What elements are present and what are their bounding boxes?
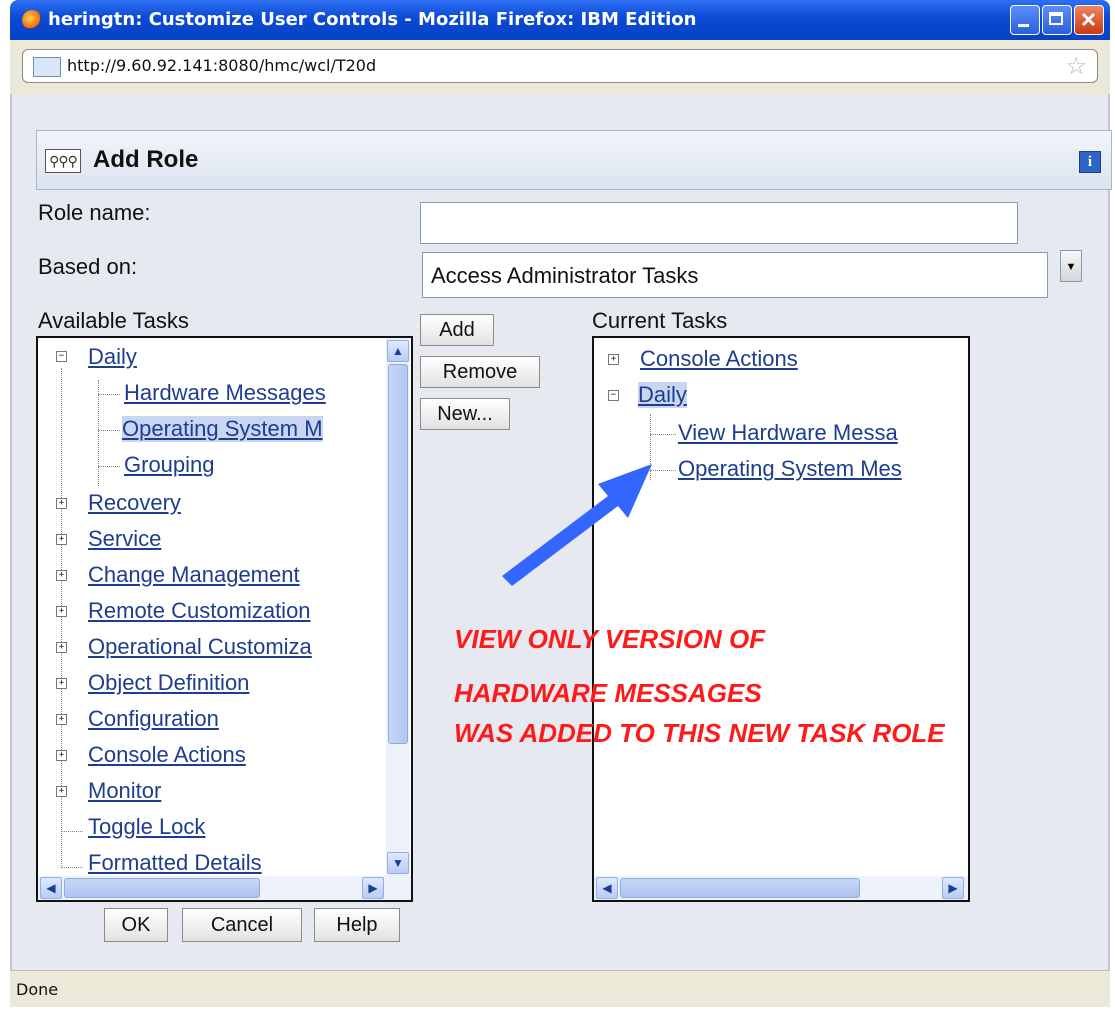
new-button[interactable]: New... <box>420 398 510 430</box>
expand-icon[interactable]: + <box>56 750 67 761</box>
expand-icon[interactable]: + <box>56 606 67 617</box>
scroll-right-icon[interactable]: ▶ <box>942 877 964 899</box>
tree-item-hardware-messages[interactable]: Hardware Messages <box>124 380 326 406</box>
scrollbar-thumb[interactable] <box>388 364 408 744</box>
expand-icon[interactable]: + <box>608 354 619 365</box>
close-icon <box>1081 12 1096 27</box>
collapse-icon[interactable]: − <box>608 390 619 401</box>
maximize-button[interactable] <box>1042 5 1072 35</box>
tree-item-recovery[interactable]: Recovery <box>88 490 181 516</box>
tree-item-grouping[interactable]: Grouping <box>124 452 215 478</box>
tree-item-daily[interactable]: Daily <box>88 344 137 370</box>
maximize-icon <box>1049 12 1063 25</box>
tree-item-view-hardware-messages[interactable]: View Hardware Messa <box>678 420 898 446</box>
chevron-down-icon[interactable]: ▼ <box>1060 250 1082 282</box>
tree-item-object-definition[interactable]: Object Definition <box>88 670 249 696</box>
status-bar: Done <box>10 970 1110 1007</box>
collapse-icon[interactable]: − <box>56 351 67 362</box>
tree-item-daily[interactable]: Daily <box>638 382 687 408</box>
page-title: Add Role <box>93 146 199 173</box>
window-title: heringtn: Customize User Controls - Mozi… <box>48 9 697 30</box>
tree-item-operational-customization[interactable]: Operational Customiza <box>88 634 312 660</box>
expand-icon[interactable]: + <box>56 642 67 653</box>
tree-line <box>61 867 83 868</box>
annotation-line-3: WAS ADDED TO THIS NEW TASK ROLE <box>454 718 945 748</box>
scrollbar-thumb[interactable] <box>620 878 860 898</box>
tree-item-console-actions[interactable]: Console Actions <box>88 742 246 768</box>
expand-icon[interactable]: + <box>56 678 67 689</box>
expand-icon[interactable]: + <box>56 570 67 581</box>
firefox-icon <box>22 10 42 30</box>
help-button[interactable]: Help <box>314 908 400 942</box>
minimize-button[interactable] <box>1010 5 1040 35</box>
vertical-scrollbar[interactable]: ▲ ▼ <box>386 338 410 878</box>
expand-icon[interactable]: + <box>56 534 67 545</box>
roles-icon: ⚲⚲⚲ <box>45 149 81 173</box>
close-button[interactable] <box>1074 5 1104 35</box>
horizontal-scrollbar[interactable]: ◀ ▶ <box>594 876 968 900</box>
based-on-value: Access Administrator Tasks <box>431 263 699 288</box>
scroll-up-icon[interactable]: ▲ <box>387 340 409 362</box>
tree-line <box>61 831 83 832</box>
cancel-button[interactable]: Cancel <box>182 908 302 942</box>
add-button[interactable]: Add <box>420 314 494 346</box>
bookmark-star-icon[interactable]: ☆ <box>1065 52 1087 81</box>
based-on-label: Based on: <box>38 254 138 279</box>
tree-line <box>98 430 120 431</box>
tree-item-formatted-details[interactable]: Formatted Details <box>88 850 262 876</box>
role-name-label: Role name: <box>38 200 151 225</box>
tree-item-service[interactable]: Service <box>88 526 161 552</box>
status-text: Done <box>16 980 59 999</box>
tree-item-toggle-lock[interactable]: Toggle Lock <box>88 814 205 840</box>
annotation-arrow-icon <box>502 464 652 586</box>
based-on-select[interactable]: Access Administrator Tasks <box>422 252 1048 298</box>
title-bar: heringtn: Customize User Controls - Mozi… <box>10 0 1110 40</box>
tree-item-change-management[interactable]: Change Management <box>88 562 300 588</box>
available-tasks-label: Available Tasks <box>38 308 189 333</box>
current-tasks-list[interactable]: + Console Actions − Daily View Hardware … <box>592 336 970 902</box>
info-icon[interactable]: i <box>1079 151 1101 173</box>
expand-icon[interactable]: + <box>56 786 67 797</box>
url-field[interactable]: http://9.60.92.141:8080/hmc/wcl/T20d ☆ <box>22 49 1098 83</box>
tree-item-remote-customization[interactable]: Remote Customization <box>88 598 311 624</box>
dialog-header: ⚲⚲⚲ Add Role i <box>36 130 1112 190</box>
scroll-right-icon[interactable]: ▶ <box>362 877 384 899</box>
tree-line <box>98 466 120 467</box>
minimize-icon <box>1018 24 1029 27</box>
scroll-left-icon[interactable]: ◀ <box>596 877 618 899</box>
tree-item-console-actions[interactable]: Console Actions <box>640 346 798 372</box>
annotation-line-1: VIEW ONLY VERSION OF <box>454 624 766 654</box>
scrollbar-thumb[interactable] <box>64 878 260 898</box>
browser-window: heringtn: Customize User Controls - Mozi… <box>0 0 1115 1011</box>
page-content: ⚲⚲⚲ Add Role i Role name: Based on: Acce… <box>10 94 1112 970</box>
scroll-down-icon[interactable]: ▼ <box>387 852 409 874</box>
tree-item-operating-system-messages[interactable]: Operating System M <box>122 416 323 442</box>
scroll-left-icon[interactable]: ◀ <box>40 877 62 899</box>
horizontal-scrollbar[interactable]: ◀ ▶ <box>38 876 411 900</box>
address-bar: http://9.60.92.141:8080/hmc/wcl/T20d ☆ <box>10 40 1110 94</box>
annotation-line-2: HARDWARE MESSAGES <box>454 678 762 708</box>
expand-icon[interactable]: + <box>56 714 67 725</box>
tree-item-operating-system-messages[interactable]: Operating System Mes <box>678 456 902 482</box>
tree-item-monitor[interactable]: Monitor <box>88 778 161 804</box>
tree-line <box>98 394 120 395</box>
role-name-input[interactable] <box>420 202 1018 244</box>
ok-button[interactable]: OK <box>104 908 168 942</box>
remove-button[interactable]: Remove <box>420 356 540 388</box>
available-tasks-list[interactable]: − Daily Hardware Messages Operating Syst… <box>36 336 413 902</box>
tree-item-configuration[interactable]: Configuration <box>88 706 219 732</box>
site-icon <box>33 57 61 77</box>
expand-icon[interactable]: + <box>56 498 67 509</box>
current-tasks-label: Current Tasks <box>592 308 728 333</box>
tree-line <box>98 380 99 486</box>
url-text: http://9.60.92.141:8080/hmc/wcl/T20d <box>67 56 377 75</box>
